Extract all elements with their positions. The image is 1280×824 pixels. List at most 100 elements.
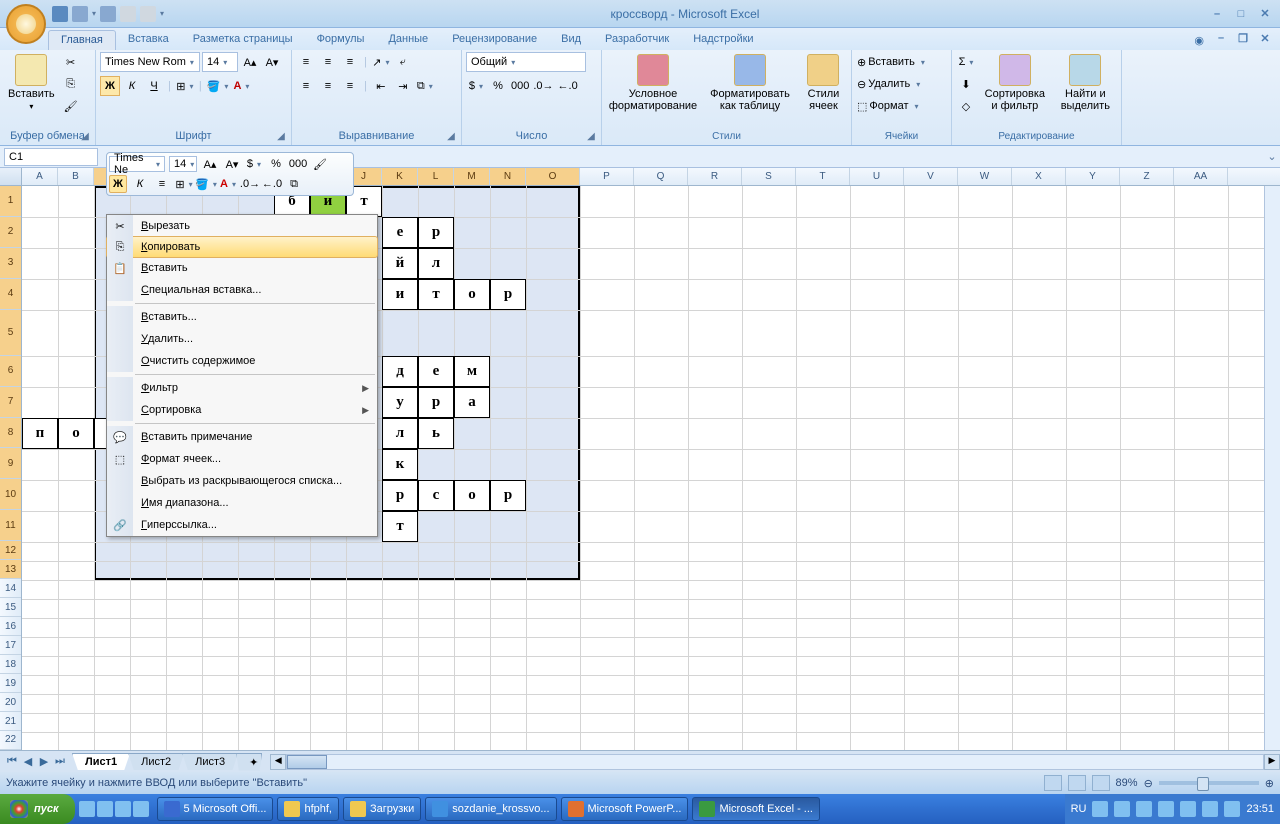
underline-button[interactable]: Ч	[144, 76, 164, 96]
quick-launch-icon[interactable]	[79, 801, 95, 817]
crossword-cell[interactable]: с	[418, 480, 454, 511]
row-header[interactable]: 5	[0, 310, 21, 356]
crossword-cell[interactable]: ь	[418, 418, 454, 449]
crossword-cell[interactable]: т	[382, 511, 418, 542]
crossword-cell[interactable]: о	[58, 418, 94, 449]
context-menu-item[interactable]: ⬚Формат ячеек...	[107, 448, 377, 470]
mini-font-color-button[interactable]: A	[219, 175, 237, 193]
tab-review[interactable]: Рецензирование	[440, 30, 549, 50]
crossword-cell[interactable]: т	[418, 279, 454, 310]
language-indicator[interactable]: RU	[1071, 803, 1087, 815]
mini-percent-icon[interactable]: %	[267, 155, 285, 173]
column-header[interactable]: P	[580, 168, 634, 185]
context-menu-item[interactable]: Сортировка▶	[107, 399, 377, 421]
column-header[interactable]: U	[850, 168, 904, 185]
row-header[interactable]: 12	[0, 541, 21, 560]
prev-sheet-button[interactable]: ◀	[20, 755, 36, 768]
crossword-cell[interactable]: л	[418, 248, 454, 279]
currency-button[interactable]: $	[466, 76, 486, 96]
row-header[interactable]: 2	[0, 217, 21, 248]
align-top-icon[interactable]: ≡	[296, 52, 316, 72]
row-header[interactable]: 22	[0, 731, 21, 750]
row-header[interactable]: 7	[0, 387, 21, 418]
column-header[interactable]: A	[22, 168, 58, 185]
align-right-icon[interactable]: ≡	[340, 76, 360, 96]
redo-icon[interactable]	[100, 6, 116, 22]
minimize-button[interactable]: –	[1206, 6, 1228, 22]
workbook-minimize-button[interactable]: –	[1210, 30, 1232, 46]
sheet-tab[interactable]: Лист3	[182, 753, 238, 770]
select-all-button[interactable]	[0, 168, 22, 185]
italic-button[interactable]: К	[122, 76, 142, 96]
tray-icon[interactable]	[1180, 801, 1196, 817]
align-bottom-icon[interactable]: ≡	[340, 52, 360, 72]
mini-format-painter-icon[interactable]: 🖌	[311, 155, 329, 173]
tab-home[interactable]: Главная	[48, 30, 116, 50]
first-sheet-button[interactable]: ⏮	[4, 755, 20, 768]
crossword-cell[interactable]: р	[418, 387, 454, 418]
row-header[interactable]: 10	[0, 479, 21, 510]
tray-icon[interactable]	[1092, 801, 1108, 817]
office-button[interactable]	[6, 4, 46, 44]
taskbar-item[interactable]: sozdanie_krossvo...	[425, 797, 556, 821]
dialog-launcher-icon[interactable]: ◢	[275, 131, 287, 143]
mini-center-icon[interactable]: ≡	[153, 175, 171, 193]
format-cells-button[interactable]: ⬚ Формат	[856, 96, 948, 116]
column-header[interactable]: Z	[1120, 168, 1174, 185]
dialog-launcher-icon[interactable]: ◢	[79, 131, 91, 143]
crossword-cell[interactable]: у	[382, 387, 418, 418]
tab-insert[interactable]: Вставка	[116, 30, 181, 50]
tab-addins[interactable]: Надстройки	[681, 30, 765, 50]
row-header[interactable]: 17	[0, 636, 21, 655]
font-color-button[interactable]: A	[231, 76, 251, 96]
column-header[interactable]: V	[904, 168, 958, 185]
taskbar-item[interactable]: Загрузки	[343, 797, 421, 821]
crossword-cell[interactable]: о	[454, 480, 490, 511]
context-menu-item[interactable]: 💬Вставить примечание	[107, 426, 377, 448]
delete-cells-button[interactable]: ⊖ Удалить	[856, 74, 948, 94]
copy-icon[interactable]: ⎘	[61, 74, 81, 94]
grow-font-icon[interactable]: A▴	[240, 52, 260, 72]
quick-launch-icon[interactable]	[115, 801, 131, 817]
conditional-formatting-button[interactable]: Условное форматирование	[606, 52, 700, 114]
crossword-cell[interactable]: п	[22, 418, 58, 449]
font-size-select[interactable]: 14	[202, 52, 238, 72]
quick-launch-icon[interactable]	[97, 801, 113, 817]
context-menu-item[interactable]: Специальная вставка...	[107, 279, 377, 301]
increase-indent-icon[interactable]: ⇥	[393, 76, 413, 96]
row-header[interactable]: 3	[0, 248, 21, 279]
sheet-tab[interactable]: Лист1	[72, 753, 130, 770]
context-menu-item[interactable]: Фильтр▶	[107, 377, 377, 399]
dialog-launcher-icon[interactable]: ◢	[445, 131, 457, 143]
tray-icon[interactable]	[1114, 801, 1130, 817]
next-sheet-button[interactable]: ▶	[36, 755, 52, 768]
context-menu-item[interactable]: Очистить содержимое	[107, 350, 377, 372]
merge-button[interactable]: ⧉	[415, 76, 435, 96]
format-painter-icon[interactable]: 🖌	[61, 96, 81, 116]
mini-merge-icon[interactable]: ⧉	[285, 175, 303, 193]
decrease-indent-icon[interactable]: ⇤	[371, 76, 391, 96]
undo-icon[interactable]	[72, 6, 88, 22]
crossword-cell[interactable]: е	[382, 217, 418, 248]
mini-italic-button[interactable]: К	[131, 175, 149, 193]
mini-increase-decimal-icon[interactable]: .0→	[241, 175, 259, 193]
mini-shrink-font-icon[interactable]: A▾	[223, 155, 241, 173]
mini-currency-icon[interactable]: $	[245, 155, 263, 173]
context-menu-item[interactable]: 📋Вставить	[107, 257, 377, 279]
undo-dropdown-icon[interactable]: ▾	[92, 9, 96, 18]
align-center-icon[interactable]: ≡	[318, 76, 338, 96]
maximize-button[interactable]: □	[1230, 6, 1252, 22]
zoom-slider[interactable]	[1159, 781, 1259, 785]
tab-page-layout[interactable]: Разметка страницы	[181, 30, 305, 50]
mini-decrease-decimal-icon[interactable]: ←.0	[263, 175, 281, 193]
quick-launch-icon[interactable]	[133, 801, 149, 817]
mini-grow-font-icon[interactable]: A▴	[201, 155, 219, 173]
column-header[interactable]: Y	[1066, 168, 1120, 185]
cell-styles-button[interactable]: Стили ячеек	[800, 52, 847, 114]
clock[interactable]: 23:51	[1246, 803, 1274, 815]
crossword-cell[interactable]: и	[382, 279, 418, 310]
row-header[interactable]: 14	[0, 579, 21, 598]
zoom-level[interactable]: 89%	[1116, 777, 1138, 789]
row-header[interactable]: 6	[0, 356, 21, 387]
number-format-select[interactable]: Общий	[466, 52, 586, 72]
